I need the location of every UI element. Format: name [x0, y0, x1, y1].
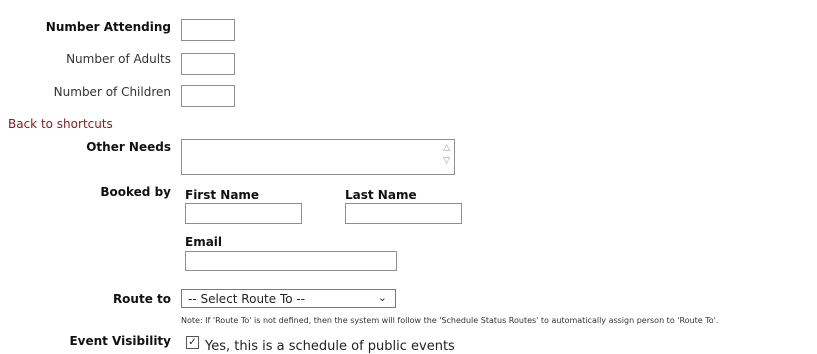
- last-name-label: Last Name: [345, 188, 417, 202]
- chevron-up-icon[interactable]: △: [443, 142, 450, 155]
- number-adults-input[interactable]: [181, 53, 235, 75]
- email-input[interactable]: [185, 251, 397, 271]
- first-name-label: First Name: [185, 188, 260, 202]
- public-events-checkbox[interactable]: ✓: [186, 336, 199, 349]
- booked-by-label: Booked by: [100, 185, 171, 199]
- number-children-input[interactable]: [181, 85, 235, 107]
- other-needs-textarea[interactable]: △ ▽: [181, 139, 455, 175]
- event-visibility-label: Event Visibility: [69, 334, 171, 348]
- textarea-scroll-controls[interactable]: △ ▽: [443, 142, 450, 168]
- last-name-input[interactable]: [345, 203, 462, 224]
- number-children-label: Number of Children: [53, 85, 171, 99]
- number-adults-label: Number of Adults: [66, 52, 171, 66]
- back-to-shortcuts-link[interactable]: Back to shortcuts: [8, 117, 113, 131]
- number-attending-label: Number Attending: [45, 20, 171, 34]
- chevron-down-icon[interactable]: ▽: [443, 155, 450, 168]
- route-to-label: Route to: [112, 292, 171, 306]
- checkmark-icon: ✓: [188, 337, 197, 348]
- route-to-selected-value: -- Select Route To --: [188, 291, 306, 306]
- public-events-checkbox-label[interactable]: Yes, this is a schedule of public events: [205, 339, 455, 354]
- first-name-input[interactable]: [185, 203, 302, 224]
- chevron-down-icon[interactable]: ⌄: [378, 291, 387, 304]
- other-needs-label: Other Needs: [86, 140, 171, 154]
- email-label: Email: [185, 235, 223, 249]
- number-attending-input[interactable]: [181, 19, 235, 41]
- route-to-note: Note: If 'Route To' is not defined, then…: [181, 316, 719, 325]
- route-to-select[interactable]: -- Select Route To -- ⌄: [181, 289, 396, 308]
